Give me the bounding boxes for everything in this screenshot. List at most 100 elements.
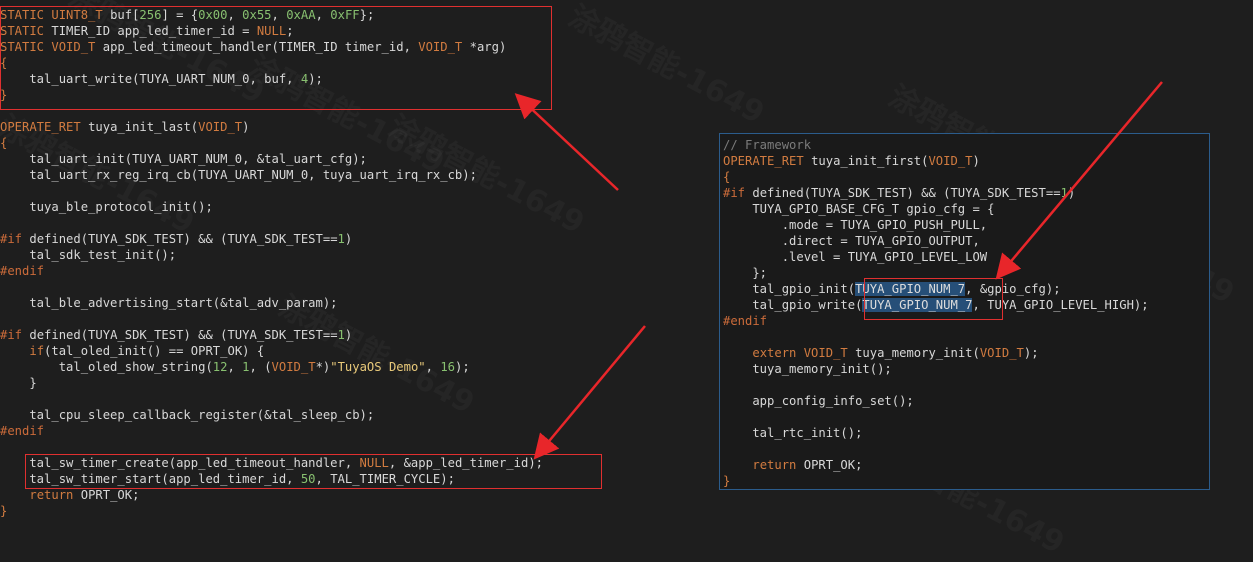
- code-line[interactable]: tal_sw_timer_create(app_led_timeout_hand…: [0, 455, 543, 471]
- code-token: .direct = TUYA_GPIO_OUTPUT,: [723, 234, 980, 248]
- code-token: 1: [1060, 186, 1068, 200]
- code-token: {: [0, 56, 8, 70]
- code-token: tal_gpio_write(: [723, 298, 863, 312]
- code-line[interactable]: .direct = TUYA_GPIO_OUTPUT,: [723, 233, 1149, 249]
- code-token: #if: [723, 186, 753, 200]
- code-token: 16: [440, 360, 456, 374]
- code-line[interactable]: tal_ble_advertising_start(&tal_adv_param…: [0, 295, 543, 311]
- code-line[interactable]: [723, 409, 1149, 425]
- code-token: ): [344, 232, 353, 246]
- code-token: (tal_oled_init() == OPRT_OK) {: [44, 344, 265, 358]
- code-line[interactable]: [0, 439, 543, 455]
- code-token: #if: [0, 232, 30, 246]
- code-line[interactable]: tal_gpio_write(TUYA_GPIO_NUM_7, TUYA_GPI…: [723, 297, 1149, 313]
- code-token: 1: [242, 360, 250, 374]
- code-token: }: [0, 88, 8, 102]
- code-line[interactable]: #if defined(TUYA_SDK_TEST) && (TUYA_SDK_…: [0, 327, 543, 343]
- code-token: NULL: [256, 24, 287, 38]
- code-line[interactable]: };: [723, 265, 1149, 281]
- code-line[interactable]: tal_cpu_sleep_callback_register(&tal_sle…: [0, 407, 543, 423]
- code-line[interactable]: #if defined(TUYA_SDK_TEST) && (TUYA_SDK_…: [0, 231, 543, 247]
- code-token: 0xAA: [286, 8, 316, 22]
- code-token: TUYA_GPIO_NUM_7: [862, 298, 973, 312]
- code-token: , &gpio_cfg);: [965, 282, 1061, 296]
- code-token: {: [0, 136, 8, 150]
- code-line[interactable]: [0, 215, 543, 231]
- code-token: #endif: [0, 264, 45, 278]
- code-line[interactable]: OPERATE_RET tuya_init_first(VOID_T): [723, 153, 1149, 169]
- code-line[interactable]: tuya_memory_init();: [723, 361, 1149, 377]
- code-token: tal_ble_advertising_start(&tal_adv_param…: [0, 296, 338, 310]
- code-token: VOID_T: [198, 120, 243, 134]
- code-line[interactable]: tal_sw_timer_start(app_led_timer_id, 50,…: [0, 471, 543, 487]
- code-line[interactable]: tal_sdk_test_init();: [0, 247, 543, 263]
- code-line[interactable]: STATIC VOID_T app_led_timeout_handler(TI…: [0, 39, 543, 55]
- code-token: ): [972, 154, 980, 168]
- code-token: 256: [139, 8, 162, 22]
- code-line[interactable]: [0, 103, 543, 119]
- code-line[interactable]: #endif: [723, 313, 1149, 329]
- code-line[interactable]: // Framework: [723, 137, 1149, 153]
- code-line[interactable]: }: [0, 503, 543, 519]
- code-line[interactable]: tuya_ble_protocol_init();: [0, 199, 543, 215]
- code-line[interactable]: tal_uart_rx_reg_irq_cb(TUYA_UART_NUM_0, …: [0, 167, 543, 183]
- code-token: , TUYA_GPIO_LEVEL_HIGH);: [972, 298, 1149, 312]
- code-token: tal_sw_timer_create(app_led_timeout_hand…: [0, 456, 360, 470]
- code-token: #if: [0, 328, 30, 342]
- code-line[interactable]: }: [0, 87, 543, 103]
- code-line[interactable]: [723, 377, 1149, 393]
- code-token: TUYA_GPIO_NUM_7: [855, 282, 966, 296]
- code-line[interactable]: tal_uart_write(TUYA_UART_NUM_0, buf, 4);: [0, 71, 543, 87]
- code-line[interactable]: #endif: [0, 263, 543, 279]
- code-line[interactable]: .level = TUYA_GPIO_LEVEL_LOW: [723, 249, 1149, 265]
- code-line[interactable]: OPERATE_RET tuya_init_last(VOID_T): [0, 119, 543, 135]
- code-line[interactable]: return OPRT_OK;: [723, 457, 1149, 473]
- code-token: }: [0, 376, 37, 390]
- code-token: 1: [337, 232, 345, 246]
- code-line[interactable]: app_config_info_set();: [723, 393, 1149, 409]
- code-line[interactable]: #endif: [0, 423, 543, 439]
- code-line[interactable]: }: [0, 375, 543, 391]
- code-token: ,: [227, 360, 243, 374]
- code-line[interactable]: [0, 391, 543, 407]
- code-line[interactable]: STATIC UINT8_T buf[256] = {0x00, 0x55, 0…: [0, 7, 543, 23]
- code-token: // Framework: [723, 138, 812, 152]
- code-line[interactable]: if(tal_oled_init() == OPRT_OK) {: [0, 343, 543, 359]
- code-token: TIMER_ID app_led_timer_id =: [51, 24, 257, 38]
- code-line[interactable]: tal_oled_show_string(12, 1, (VOID_T*)"Tu…: [0, 359, 543, 375]
- code-token: , TAL_TIMER_CYCLE);: [315, 472, 455, 486]
- code-line[interactable]: STATIC TIMER_ID app_led_timer_id = NULL;: [0, 23, 543, 39]
- code-line[interactable]: {: [0, 135, 543, 151]
- code-token: tuya_memory_init();: [723, 362, 892, 376]
- code-line[interactable]: tal_uart_init(TUYA_UART_NUM_0, &tal_uart…: [0, 151, 543, 167]
- code-line[interactable]: [723, 441, 1149, 457]
- code-line[interactable]: {: [723, 169, 1149, 185]
- code-line[interactable]: {: [0, 55, 543, 71]
- code-token: defined(TUYA_SDK_TEST) && (TUYA_SDK_TEST…: [752, 186, 1061, 200]
- code-token: 1: [337, 328, 345, 342]
- code-line[interactable]: extern VOID_T tuya_memory_init(VOID_T);: [723, 345, 1149, 361]
- code-token: return: [29, 488, 74, 502]
- code-line[interactable]: return OPRT_OK;: [0, 487, 543, 503]
- code-token: tal_sw_timer_start(app_led_timer_id,: [0, 472, 301, 486]
- code-line[interactable]: [0, 311, 543, 327]
- code-token: #endif: [0, 424, 45, 438]
- code-token: tal_sdk_test_init();: [0, 248, 177, 262]
- code-line[interactable]: tal_rtc_init();: [723, 425, 1149, 441]
- code-line[interactable]: #if defined(TUYA_SDK_TEST) && (TUYA_SDK_…: [723, 185, 1149, 201]
- code-token: ,: [315, 8, 331, 22]
- framework-code-listing[interactable]: // Framework OPERATE_RET tuya_init_first(…: [723, 137, 1149, 489]
- code-line[interactable]: [0, 183, 543, 199]
- code-token: 0x55: [242, 8, 272, 22]
- code-line[interactable]: tal_gpio_init(TUYA_GPIO_NUM_7, &gpio_cfg…: [723, 281, 1149, 297]
- code-line[interactable]: [723, 329, 1149, 345]
- code-line[interactable]: [0, 279, 543, 295]
- code-line[interactable]: }: [723, 473, 1149, 489]
- code-line[interactable]: TUYA_GPIO_BASE_CFG_T gpio_cfg = {: [723, 201, 1149, 217]
- code-token: .mode = TUYA_GPIO_PUSH_PULL,: [723, 218, 988, 232]
- watermark-text: 涂鸦智能-1649: [562, 0, 773, 132]
- code-token: tal_oled_show_string(: [0, 360, 213, 374]
- code-token: {: [723, 170, 731, 184]
- code-line[interactable]: .mode = TUYA_GPIO_PUSH_PULL,: [723, 217, 1149, 233]
- main-code-listing[interactable]: STATIC UINT8_T buf[256] = {0x00, 0x55, 0…: [0, 7, 543, 519]
